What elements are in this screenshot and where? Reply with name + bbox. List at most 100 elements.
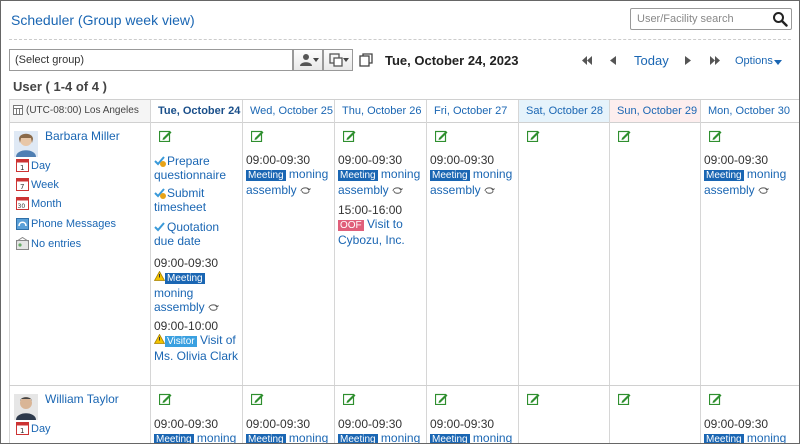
user-link-month[interactable]: 30 Month xyxy=(16,197,62,210)
chevron-down-icon xyxy=(313,58,319,62)
meeting-badge: Meeting xyxy=(704,434,744,444)
meeting-badge: Meeting xyxy=(338,434,378,444)
day-header-fri[interactable]: Fri, October 27 xyxy=(426,99,518,123)
schedule-entry[interactable]: 09:00-09:30 Meeting moning xyxy=(338,417,422,444)
day-cell-wed-barbara[interactable]: 09:00-09:30 Meeting moning assembly xyxy=(242,123,334,385)
day-cell-fri-william[interactable]: 09:00-09:30 Meeting moning xyxy=(426,386,518,443)
search-input[interactable] xyxy=(631,9,771,29)
today-link[interactable]: Today xyxy=(634,53,669,68)
add-schedule-icon[interactable] xyxy=(343,129,356,142)
schedule-entry[interactable]: 09:00-09:30 Meeting moning xyxy=(430,417,514,443)
day-cell-sun-william[interactable] xyxy=(609,386,700,443)
day-cell-sun-barbara[interactable] xyxy=(609,123,700,385)
day-cell-mon-barbara[interactable]: 09:00-09:30 Meeting moning assembly xyxy=(700,123,799,385)
current-date: Tue, October 24, 2023 xyxy=(385,53,519,68)
meeting-badge: Meeting xyxy=(704,170,744,181)
schedule-entry[interactable]: 15:00-16:00 OOF Visit to Cybozu, Inc. xyxy=(338,203,422,247)
day-cell-sat-william[interactable] xyxy=(518,386,609,443)
user-link-week[interactable]: 7 Week xyxy=(16,178,59,191)
entry-title[interactable]: moning xyxy=(289,431,328,443)
add-schedule-icon[interactable] xyxy=(435,129,448,142)
user-select-button[interactable] xyxy=(293,49,323,71)
facility-icon xyxy=(329,53,343,67)
entry-title[interactable]: moning xyxy=(381,431,420,443)
day-header-sun[interactable]: Sun, October 29 xyxy=(609,99,700,123)
meeting-badge: Meeting xyxy=(246,434,286,444)
add-schedule-icon[interactable] xyxy=(159,392,172,405)
options-menu[interactable]: Options xyxy=(735,55,773,67)
entry-title[interactable]: moning xyxy=(747,431,786,443)
user-name[interactable]: Barbara Miller xyxy=(45,129,120,143)
schedule-entry[interactable]: 09:00-09:30 Meeting moning assembly xyxy=(704,153,797,197)
todo-item[interactable]: Quotation due date xyxy=(154,220,240,248)
schedule-entry[interactable]: 09:00-09:30 Meeting moning assembly xyxy=(430,153,514,197)
add-schedule-icon[interactable] xyxy=(343,392,356,405)
chevron-down-icon[interactable] xyxy=(774,60,782,65)
day-header-thu[interactable]: Thu, October 26 xyxy=(334,99,426,123)
week-grid: (UTC-08:00) Los Angeles Tue, October 24 … xyxy=(9,99,799,444)
day-header-mon[interactable]: Mon, October 30 xyxy=(700,99,799,123)
user-link-day[interactable]: 1 Day xyxy=(16,422,51,435)
schedule-entry[interactable]: 09:00-10:00 Visitor Visit of Ms. Olivia … xyxy=(153,319,238,363)
group-select[interactable]: (Select group) xyxy=(9,49,293,71)
avatar xyxy=(14,394,38,420)
calendar-day-icon: 1 xyxy=(16,422,29,435)
repeat-icon xyxy=(392,187,403,194)
entry-time: 09:00-10:00 xyxy=(154,319,219,333)
chevron-right-icon[interactable] xyxy=(685,56,691,65)
chevron-left-icon[interactable] xyxy=(610,56,616,65)
add-schedule-icon[interactable] xyxy=(159,129,172,142)
add-schedule-icon[interactable] xyxy=(618,392,631,405)
schedule-entry[interactable]: 09:00-09:30 Meeting moning xyxy=(246,417,330,444)
entry-time: 09:00-09:30 xyxy=(246,153,311,167)
day-cell-tue-william[interactable]: 09:00-09:30 Meeting moning xyxy=(150,386,242,444)
day-cell-thu-william[interactable]: 09:00-09:30 Meeting moning xyxy=(334,386,426,444)
meeting-badge: Meeting xyxy=(154,434,194,444)
user-cell-william: William Taylor 1 Day xyxy=(9,386,150,443)
todo-item[interactable]: Prepare questionnaire xyxy=(154,154,240,182)
user-link-no-entries[interactable]: No entries xyxy=(16,236,81,250)
day-header-wed[interactable]: Wed, October 25 xyxy=(242,99,334,123)
timezone-label: (UTC-08:00) Los Angeles xyxy=(26,105,139,116)
search-icon[interactable] xyxy=(772,11,788,27)
add-schedule-icon[interactable] xyxy=(709,392,722,405)
add-schedule-icon[interactable] xyxy=(251,129,264,142)
user-name[interactable]: William Taylor xyxy=(45,392,119,406)
user-link-day[interactable]: 1 Day xyxy=(16,159,51,172)
add-schedule-icon[interactable] xyxy=(251,392,264,405)
schedule-entry[interactable]: 09:00-09:30 Meeting moning xyxy=(704,417,797,444)
double-chevron-left-icon[interactable] xyxy=(581,56,593,65)
schedule-entry[interactable]: 09:00-09:30 Meeting moning assembly xyxy=(246,153,330,197)
entry-title[interactable]: moning xyxy=(197,431,236,443)
day-cell-mon-william[interactable]: 09:00-09:30 Meeting moning xyxy=(700,386,799,444)
entry-title[interactable]: moning xyxy=(473,431,512,443)
double-chevron-right-icon[interactable] xyxy=(709,56,721,65)
add-schedule-icon[interactable] xyxy=(709,129,722,142)
day-header-sat[interactable]: Sat, October 28 xyxy=(518,99,609,123)
entry-title[interactable]: moning assembly xyxy=(154,286,205,314)
add-schedule-icon[interactable] xyxy=(527,392,540,405)
copy-icon[interactable] xyxy=(359,53,373,67)
day-cell-sat-barbara[interactable] xyxy=(518,123,609,385)
schedule-entry[interactable]: 09:00-09:30 Meeting moning assembly xyxy=(338,153,422,197)
day-cell-fri-barbara[interactable]: 09:00-09:30 Meeting moning assembly xyxy=(426,123,518,385)
search-box[interactable] xyxy=(630,8,792,30)
day-cell-wed-william[interactable]: 09:00-09:30 Meeting moning xyxy=(242,386,334,444)
meeting-badge: Meeting xyxy=(165,273,205,284)
facility-select-button[interactable] xyxy=(323,49,353,71)
schedule-entry[interactable]: 09:00-09:30 Meeting moning assembly xyxy=(153,256,238,314)
day-cell-tue-barbara[interactable]: Prepare questionnaire Submit timesheet Q… xyxy=(150,123,242,385)
entry-time: 09:00-09:30 xyxy=(338,417,403,431)
schedule-entry[interactable]: 09:00-09:30 Meeting moning xyxy=(154,417,238,444)
visitor-badge: Visitor xyxy=(165,336,197,347)
day-cell-thu-barbara[interactable]: 09:00-09:30 Meeting moning assembly 15:0… xyxy=(334,123,426,385)
meeting-badge: Meeting xyxy=(338,170,378,181)
todo-item[interactable]: Submit timesheet xyxy=(154,186,240,214)
add-schedule-icon[interactable] xyxy=(618,129,631,142)
add-schedule-icon[interactable] xyxy=(435,392,448,405)
day-header-tue[interactable]: Tue, October 24 xyxy=(150,99,242,123)
user-link-phone-messages[interactable]: Phone Messages xyxy=(16,217,116,230)
phone-message-icon xyxy=(16,218,29,230)
add-schedule-icon[interactable] xyxy=(527,129,540,142)
user-count: User ( 1-4 of 4 ) xyxy=(13,79,107,94)
